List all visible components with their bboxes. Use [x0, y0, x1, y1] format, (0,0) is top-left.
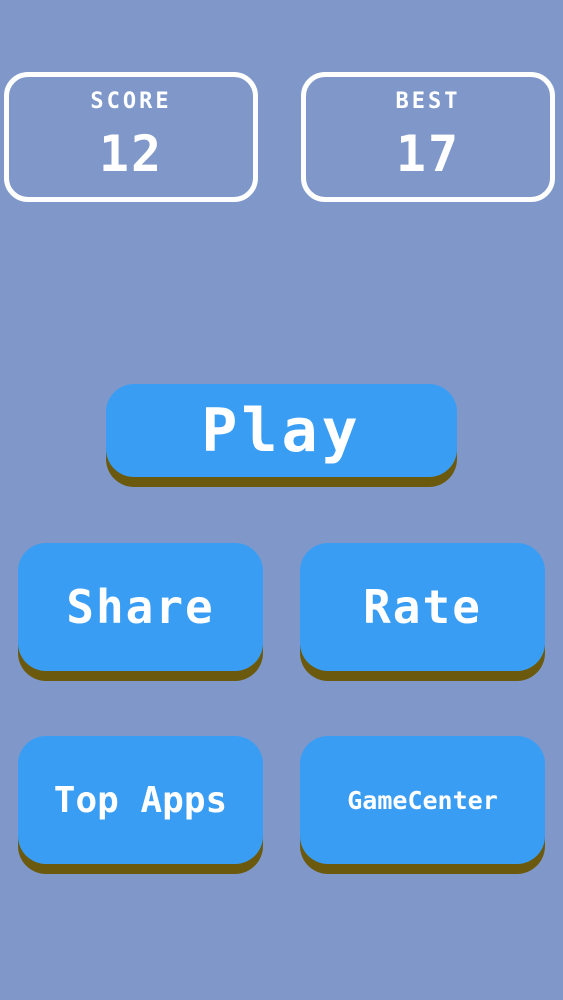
rate-button-label: Rate [363, 580, 482, 634]
top-apps-button-label: Top Apps [53, 779, 228, 821]
score-value: 12 [98, 125, 164, 183]
rate-button[interactable]: Rate [300, 543, 545, 671]
top-apps-button[interactable]: Top Apps [18, 736, 263, 864]
score-label: SCORE [90, 89, 172, 114]
best-label: BEST [395, 89, 461, 114]
play-button[interactable]: Play [106, 384, 457, 477]
share-button-label: Share [66, 580, 215, 634]
play-button-label: Play [201, 395, 362, 466]
score-panel: SCORE 12 [4, 72, 258, 202]
share-button[interactable]: Share [18, 543, 263, 671]
gamecenter-button[interactable]: GameCenter [300, 736, 545, 864]
best-score-panel: BEST 17 [301, 72, 555, 202]
best-value: 17 [395, 125, 461, 183]
gamecenter-button-label: GameCenter [347, 785, 498, 815]
